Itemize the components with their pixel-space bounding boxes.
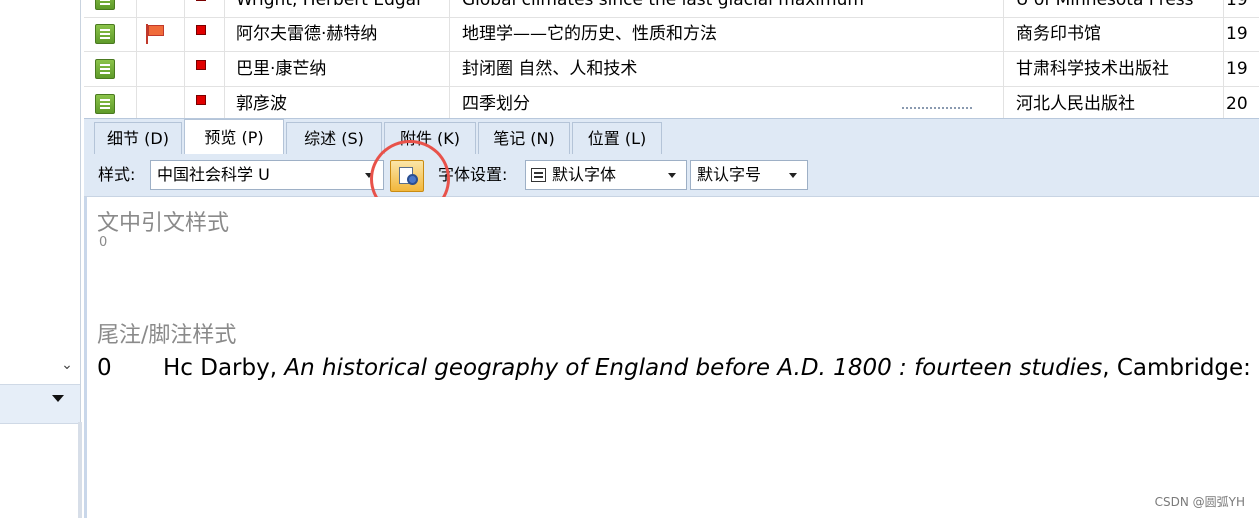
resize-grip[interactable] — [902, 107, 972, 115]
chevron-down-icon[interactable] — [365, 173, 373, 178]
font-select-value: 默认字体 — [552, 165, 617, 184]
author-cell: Wright, Herbert Edgar — [224, 0, 450, 17]
style-label: 样式: — [98, 165, 136, 184]
title-cell: 封闭圈 自然、人和技术 — [450, 52, 1004, 86]
book-icon — [95, 24, 115, 44]
book-icon — [95, 0, 115, 10]
preview-pane: 文中引文样式 0 尾注/脚注样式 0 Hc Darby, An historica… — [84, 197, 1259, 518]
footnote-author: Hc Darby, — [163, 355, 285, 381]
red-square-icon — [196, 25, 206, 35]
footnote-text: 0 Hc Darby, An historical geography of En… — [97, 355, 1257, 381]
left-pane: ⌄ — [0, 0, 82, 518]
dropdown-arrow-icon[interactable] — [52, 395, 64, 402]
left-dropdown-bar[interactable] — [0, 384, 80, 424]
chevron-down-icon[interactable]: ⌄ — [56, 357, 78, 377]
table-row[interactable]: 阿尔夫雷德·赫特纳 地理学——它的历史、性质和方法 商务印书馆 19 — [84, 17, 1259, 52]
tab-attachments[interactable]: 附件 (K) — [384, 122, 476, 154]
tab-summary[interactable]: 综述 (S) — [286, 122, 382, 154]
chevron-down-icon[interactable] — [668, 173, 676, 178]
footnote-title: An historical geography of England befor… — [284, 355, 1103, 381]
in-text-citation-heading: 文中引文样式 — [97, 211, 230, 236]
publisher-cell: 河北人民出版社 — [1004, 87, 1224, 118]
publisher-cell: 商务印书馆 — [1004, 17, 1224, 51]
table-row[interactable]: 巴里·康芒纳 封闭圈 自然、人和技术 甘肃科学技术出版社 19 — [84, 52, 1259, 87]
book-icon — [95, 59, 115, 79]
red-square-icon — [196, 95, 206, 105]
font-icon — [531, 168, 546, 182]
red-square-icon — [196, 0, 206, 1]
book-icon — [95, 94, 115, 114]
gear-icon — [407, 174, 418, 185]
tab-notes[interactable]: 笔记 (N) — [478, 122, 570, 154]
author-cell: 巴里·康芒纳 — [224, 52, 450, 86]
red-square-icon — [196, 60, 206, 70]
publisher-cell: 甘肃科学技术出版社 — [1004, 52, 1224, 86]
font-select[interactable]: 默认字体 — [525, 160, 687, 190]
tab-bar: 细节 (D) 预览 (P) 综述 (S) 附件 (K) 笔记 (N) 位置 (L… — [84, 118, 1259, 155]
style-editor-button[interactable] — [390, 160, 424, 192]
flag-icon[interactable] — [144, 23, 168, 45]
year-cell: 19 — [1226, 59, 1248, 79]
font-settings-label: 字体设置: — [438, 165, 508, 184]
in-text-citation-value: 0 — [99, 235, 108, 250]
font-size-value: 默认字号 — [697, 165, 762, 184]
tab-preview[interactable]: 预览 (P) — [184, 119, 284, 155]
table-row[interactable]: 郭彦波 四季划分 河北人民出版社 20 — [84, 87, 1259, 118]
tab-details[interactable]: 细节 (D) — [94, 122, 182, 154]
splitter[interactable] — [78, 422, 82, 518]
table-row[interactable]: Wright, Herbert Edgar Global climates si… — [84, 0, 1259, 18]
chevron-down-icon[interactable] — [789, 173, 797, 178]
style-select-value: 中国社会科学 U — [157, 165, 270, 184]
tab-location[interactable]: 位置 (L) — [572, 122, 662, 154]
footnote-number: 0 — [97, 355, 112, 381]
year-cell: 20 — [1226, 94, 1248, 114]
footnote-heading: 尾注/脚注样式 — [97, 323, 237, 348]
title-cell: Global climates since the last glacial m… — [450, 0, 1004, 17]
author-cell: 阿尔夫雷德·赫特纳 — [224, 17, 450, 51]
year-cell: 19 — [1226, 24, 1248, 44]
style-select[interactable]: 中国社会科学 U — [150, 160, 384, 190]
preview-toolbar: 样式: 中国社会科学 U 字体设置: 默认字体 默认字号 — [84, 154, 1259, 197]
font-size-select[interactable]: 默认字号 — [690, 160, 808, 190]
title-cell: 地理学——它的历史、性质和方法 — [450, 17, 1004, 51]
year-cell: 19 — [1226, 0, 1248, 10]
author-cell: 郭彦波 — [224, 87, 450, 118]
publisher-cell: U of Minnesota Press — [1004, 0, 1224, 17]
footnote-rest: , Cambridge: The — [1102, 355, 1257, 381]
watermark: CSDN @圆弧YH — [1154, 495, 1245, 509]
reference-list: Wright, Herbert Edgar Global climates si… — [84, 0, 1259, 118]
